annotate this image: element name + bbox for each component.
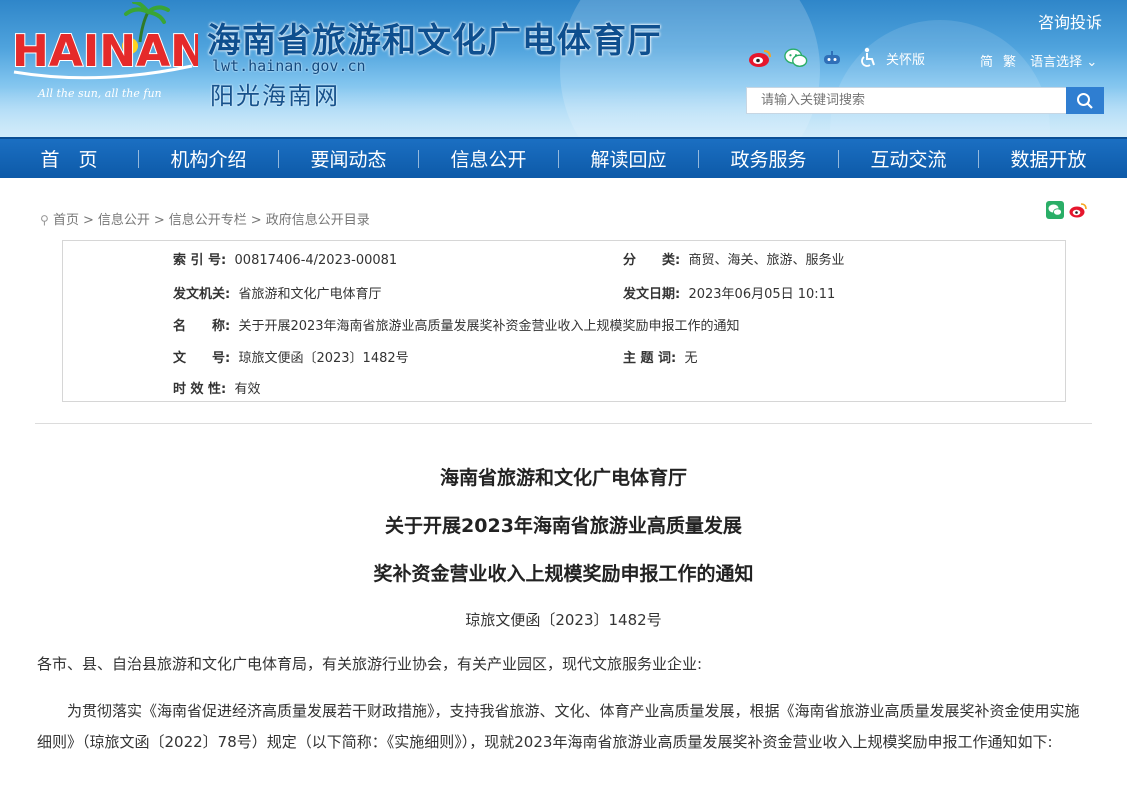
language-select[interactable]: 语言选择 ⌄ [1030, 55, 1097, 70]
breadcrumb-home[interactable]: 首页 [53, 213, 79, 228]
logo-tagline: All the sun, all the fun [37, 87, 162, 100]
site-title: 海南省旅游和文化广电体育厅 [207, 21, 662, 61]
article-salutation: 各市、县、自治县旅游和文化广电体育局，有关旅游行业协会，有关产业园区，现代文旅服… [37, 655, 703, 673]
search-bar [746, 87, 1104, 114]
site-domain: lwt.hainan.gov.cn [212, 57, 366, 75]
meta-validity-label: 时 效 性: [173, 382, 227, 397]
search-icon [1077, 92, 1093, 109]
wechat-icon[interactable] [784, 46, 808, 70]
site-header: HAINAN All the sun, all the fun 海南省旅游和文化… [0, 0, 1127, 137]
meta-index-value: 00817406-4/2023-00081 [234, 253, 398, 268]
meta-category-value: 商贸、海关、旅游、服务业 [688, 253, 845, 268]
meta-docno-label: 文 号: [173, 351, 231, 366]
meta-category-label: 分 类: [623, 253, 681, 268]
consult-complaint-link[interactable]: 咨询投诉 [1038, 9, 1102, 33]
header-tools: 关怀版 [748, 45, 925, 71]
language-bar: 简繁 语言选择 ⌄ [980, 51, 1097, 70]
meta-docno: 文 号: 琼旅文便函〔2023〕1482号 [173, 347, 409, 366]
meta-issuer-value: 省旅游和文化广电体育厅 [238, 287, 382, 302]
robot-assistant-icon[interactable] [820, 46, 844, 70]
nav-interaction[interactable]: 互动交流 [839, 145, 978, 172]
lang-traditional[interactable]: 繁 [1003, 55, 1016, 70]
divider-line [35, 423, 1092, 424]
meta-index-label: 索 引 号: [173, 253, 227, 268]
meta-validity: 时 效 性: 有效 [173, 378, 261, 397]
meta-keyword-value: 无 [684, 351, 698, 366]
nav-open-data[interactable]: 数据开放 [979, 145, 1118, 172]
document-metadata: 索 引 号: 00817406-4/2023-00081 分 类: 商贸、海关、… [62, 240, 1066, 402]
breadcrumb-separator: > [250, 213, 262, 228]
share-wechat-icon[interactable] [1046, 201, 1064, 219]
nav-about[interactable]: 机构介绍 [139, 145, 278, 172]
lang-simplified[interactable]: 简 [980, 55, 993, 70]
article-paragraph: 为贯彻落实《海南省促进经济高质量发展若干财政措施》，支持我省旅游、文化、体育产业… [37, 702, 1080, 751]
care-version-link[interactable]: 关怀版 [886, 49, 925, 68]
meta-date: 发文日期: 2023年06月05日 10:11 [623, 283, 835, 302]
breadcrumb-catalog[interactable]: 政府信息公开目录 [266, 213, 370, 228]
breadcrumb-info-disclosure[interactable]: 信息公开 [98, 213, 150, 228]
nav-news[interactable]: 要闻动态 [279, 145, 418, 172]
share-bar [1046, 201, 1087, 219]
nav-interpretation[interactable]: 解读回应 [559, 145, 698, 172]
chevron-down-icon: ⌄ [1086, 55, 1098, 70]
breadcrumb: ⚲ 首页 > 信息公开 > 信息公开专栏 > 政府信息公开目录 [40, 209, 370, 228]
search-button[interactable] [1066, 87, 1104, 114]
meta-name-value: 关于开展2023年海南省旅游业高质量发展奖补资金营业收入上规模奖励申报工作的通知 [238, 319, 740, 334]
meta-name: 名 称: 关于开展2023年海南省旅游业高质量发展奖补资金营业收入上规模奖励申报… [173, 315, 740, 334]
site-slogan: 阳光海南网 [210, 82, 340, 110]
meta-docno-value: 琼旅文便函〔2023〕1482号 [238, 351, 409, 366]
main-nav: 首 页 机构介绍 要闻动态 信息公开 解读回应 政务服务 互动交流 数据开放 [0, 137, 1127, 178]
meta-date-label: 发文日期: [623, 287, 681, 302]
hainan-logo[interactable]: HAINAN All the sun, all the fun [8, 2, 198, 102]
meta-issuer-label: 发文机关: [173, 287, 231, 302]
weibo-icon[interactable] [748, 46, 772, 70]
breadcrumb-separator: > [153, 213, 165, 228]
meta-issuer: 发文机关: 省旅游和文化广电体育厅 [173, 283, 381, 302]
accessibility-icon[interactable] [856, 46, 880, 70]
meta-name-label: 名 称: [173, 319, 231, 334]
article-doc-number: 琼旅文便函〔2023〕1482号 [465, 611, 662, 629]
meta-index: 索 引 号: 00817406-4/2023-00081 [173, 249, 397, 268]
meta-validity-value: 有效 [234, 382, 261, 397]
nav-home[interactable]: 首 页 [0, 145, 138, 172]
article-title-line3: 奖补资金营业收入上规模奖励申报工作的通知 [373, 563, 754, 585]
nav-services[interactable]: 政务服务 [699, 145, 838, 172]
meta-keyword-label: 主 题 词: [623, 351, 677, 366]
search-input[interactable] [746, 87, 1066, 114]
breadcrumb-separator: > [82, 213, 94, 228]
share-weibo-icon[interactable] [1069, 201, 1087, 219]
meta-keyword: 主 题 词: 无 [623, 347, 698, 366]
article-title-line2: 关于开展2023年海南省旅游业高质量发展 [385, 515, 742, 537]
nav-info-disclosure[interactable]: 信息公开 [419, 145, 558, 172]
article-title-line1: 海南省旅游和文化广电体育厅 [439, 467, 687, 489]
meta-date-value: 2023年06月05日 10:11 [688, 287, 836, 302]
breadcrumb-info-column[interactable]: 信息公开专栏 [169, 213, 247, 228]
meta-category: 分 类: 商贸、海关、旅游、服务业 [623, 249, 844, 268]
location-pin-icon: ⚲ [40, 213, 49, 227]
